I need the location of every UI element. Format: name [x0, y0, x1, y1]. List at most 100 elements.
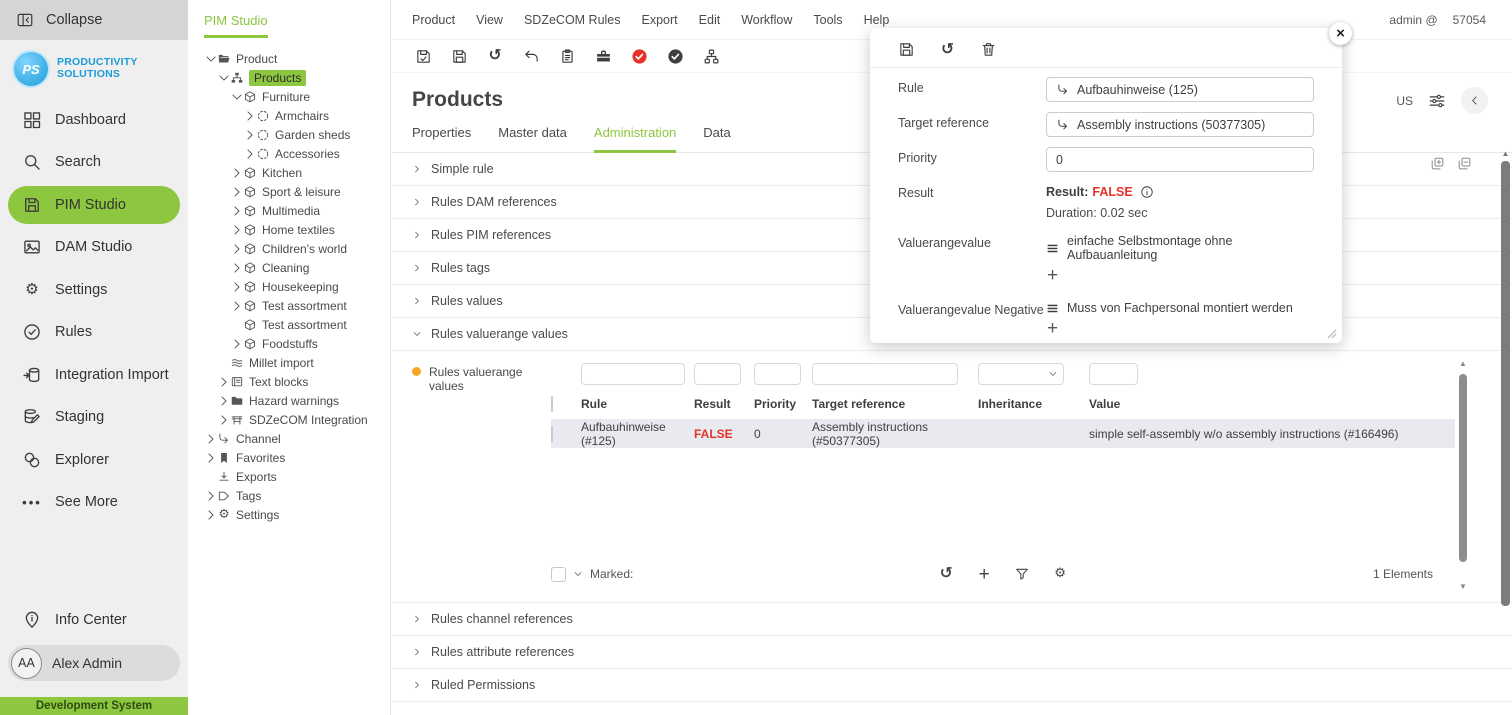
- reload-button[interactable]: ↺: [482, 43, 508, 69]
- menu-workflow[interactable]: Workflow: [741, 13, 792, 27]
- chevron-right-icon[interactable]: [204, 508, 218, 522]
- filter-inheritance-select[interactable]: [978, 363, 1064, 385]
- valuerangevalue-negative-item[interactable]: Muss von Fachpersonal montiert werden: [1046, 299, 1314, 315]
- filter-result-input[interactable]: [694, 363, 741, 385]
- tab-data[interactable]: Data: [703, 125, 730, 152]
- save-validate-button[interactable]: [410, 43, 436, 69]
- select-all-checkbox[interactable]: [551, 396, 553, 412]
- collapse-button[interactable]: Collapse: [0, 0, 188, 40]
- tree-node-housekeeping[interactable]: Housekeeping: [188, 277, 390, 296]
- sidebar-item-rules[interactable]: Rules: [8, 313, 180, 351]
- table-scrollbar[interactable]: ▲ ▼: [1458, 359, 1468, 591]
- sidebar-item-info-center[interactable]: Info Center: [8, 601, 180, 639]
- chevron-right-icon[interactable]: [243, 128, 257, 142]
- tree-node-settings[interactable]: ⚙ Settings: [188, 505, 390, 524]
- chevron-right-icon[interactable]: [217, 394, 231, 408]
- menu-sdzecom-rules[interactable]: SDZeCOM Rules: [524, 13, 621, 27]
- expand-all-icon[interactable]: [1430, 156, 1445, 171]
- tab-master-data[interactable]: Master data: [498, 125, 567, 152]
- page-scrollbar-thumb[interactable]: [1501, 161, 1510, 606]
- priority-field[interactable]: [1046, 147, 1314, 172]
- resize-handle[interactable]: [1325, 327, 1337, 339]
- table-scrollbar-thumb[interactable]: [1459, 374, 1467, 562]
- tree-node-sdzecom-integration[interactable]: SDZeCOM Integration: [188, 410, 390, 429]
- sidebar-item-explorer[interactable]: Explorer: [8, 441, 180, 479]
- sidebar-item-integration-import[interactable]: Integration Import: [8, 356, 180, 394]
- filter-target-reference-input[interactable]: [812, 363, 958, 385]
- sidebar-item-search[interactable]: Search: [8, 143, 180, 181]
- filter-icon[interactable]: [1014, 566, 1030, 582]
- scroll-up-icon[interactable]: ▲: [1502, 149, 1510, 158]
- tree-node-text-blocks[interactable]: Text blocks: [188, 372, 390, 391]
- sidebar-item-pim-studio[interactable]: PIM Studio: [8, 186, 180, 224]
- sidebar-item-dashboard[interactable]: Dashboard: [8, 101, 180, 139]
- tree-node-test-assortment[interactable]: Test assortment: [188, 296, 390, 315]
- chevron-right-icon[interactable]: [243, 147, 257, 161]
- tree-node-products[interactable]: Products: [188, 68, 390, 87]
- page-scrollbar[interactable]: ▲: [1500, 149, 1511, 715]
- collapse-all-icon[interactable]: [1457, 156, 1472, 171]
- menu-product[interactable]: Product: [412, 13, 455, 27]
- row-checkbox[interactable]: [551, 426, 553, 442]
- tree-node-favorites[interactable]: Favorites: [188, 448, 390, 467]
- chevron-down-icon[interactable]: [204, 52, 218, 66]
- menu-help[interactable]: Help: [864, 13, 890, 27]
- refresh-icon[interactable]: ↺: [939, 41, 956, 58]
- chevron-down-icon[interactable]: [217, 71, 231, 85]
- tab-administration[interactable]: Administration: [594, 125, 676, 153]
- chevron-right-icon[interactable]: [230, 299, 244, 313]
- chevron-right-icon[interactable]: [230, 337, 244, 351]
- tree-node-multimedia[interactable]: Multimedia: [188, 201, 390, 220]
- sliders-icon[interactable]: [1428, 92, 1446, 110]
- chevron-right-icon[interactable]: [230, 242, 244, 256]
- info-circle-icon[interactable]: [1140, 185, 1154, 199]
- sidebar-item-staging[interactable]: Staging: [8, 398, 180, 436]
- chevron-right-icon[interactable]: [230, 166, 244, 180]
- sidebar-item-dam-studio[interactable]: DAM Studio: [8, 228, 180, 266]
- tree-node-exports[interactable]: Exports: [188, 467, 390, 486]
- chevron-right-icon[interactable]: [230, 280, 244, 294]
- tree-node-test-assortment[interactable]: Test assortment: [188, 315, 390, 334]
- tree-node-furniture[interactable]: Furniture: [188, 87, 390, 106]
- target-reference-field[interactable]: Assembly instructions (50377305): [1046, 112, 1314, 137]
- menu-view[interactable]: View: [476, 13, 503, 27]
- collapse-panel-button[interactable]: [1461, 87, 1488, 114]
- filter-value-input[interactable]: [1089, 363, 1138, 385]
- table-settings-icon[interactable]: ⚙: [1052, 566, 1068, 582]
- chevron-down-icon[interactable]: [230, 90, 244, 104]
- valuerangevalue-item[interactable]: einfache Selbstmontage ohne Aufbauanleit…: [1046, 232, 1314, 262]
- chevron-down-icon[interactable]: [573, 569, 583, 579]
- tree-node-product[interactable]: Product: [188, 49, 390, 68]
- paste-button[interactable]: [554, 43, 580, 69]
- section-rules-channel-references[interactable]: Rules channel references: [392, 603, 1512, 636]
- sidebar-item-settings[interactable]: ⚙ Settings: [8, 271, 180, 309]
- tab-pim-studio[interactable]: PIM Studio: [204, 13, 268, 38]
- save-icon[interactable]: [898, 41, 915, 58]
- scroll-down-icon[interactable]: ▼: [1459, 582, 1467, 591]
- tree-node-armchairs[interactable]: Armchairs: [188, 106, 390, 125]
- sidebar-item-see-more[interactable]: ••• See More: [8, 483, 180, 521]
- menu-tools[interactable]: Tools: [813, 13, 842, 27]
- add-valuerangevalue-negative-button[interactable]: +: [1047, 319, 1063, 338]
- tree-node-kitchen[interactable]: Kitchen: [188, 163, 390, 182]
- chevron-right-icon[interactable]: [243, 109, 257, 123]
- chevron-right-icon[interactable]: [230, 204, 244, 218]
- chevron-right-icon[interactable]: [217, 413, 231, 427]
- toolbox-button[interactable]: [590, 43, 616, 69]
- tree-node-hazard-warnings[interactable]: Hazard warnings: [188, 391, 390, 410]
- close-icon[interactable]: ×: [1329, 22, 1352, 45]
- add-row-icon[interactable]: +: [976, 566, 992, 582]
- tree-node-home-textiles[interactable]: Home textiles: [188, 220, 390, 239]
- undo-button[interactable]: [518, 43, 544, 69]
- chevron-right-icon[interactable]: [204, 432, 218, 446]
- tree-node-channel[interactable]: Channel: [188, 429, 390, 448]
- tree-node-children-s-world[interactable]: Children's world: [188, 239, 390, 258]
- menu-export[interactable]: Export: [642, 13, 678, 27]
- section-ruled-permissions[interactable]: Ruled Permissions: [392, 669, 1512, 702]
- status-ok-button[interactable]: [662, 43, 688, 69]
- chevron-right-icon[interactable]: [204, 451, 218, 465]
- add-valuerangevalue-button[interactable]: +: [1047, 266, 1063, 285]
- delete-icon[interactable]: [980, 41, 997, 58]
- filter-rule-input[interactable]: [581, 363, 685, 385]
- tree-node-cleaning[interactable]: Cleaning: [188, 258, 390, 277]
